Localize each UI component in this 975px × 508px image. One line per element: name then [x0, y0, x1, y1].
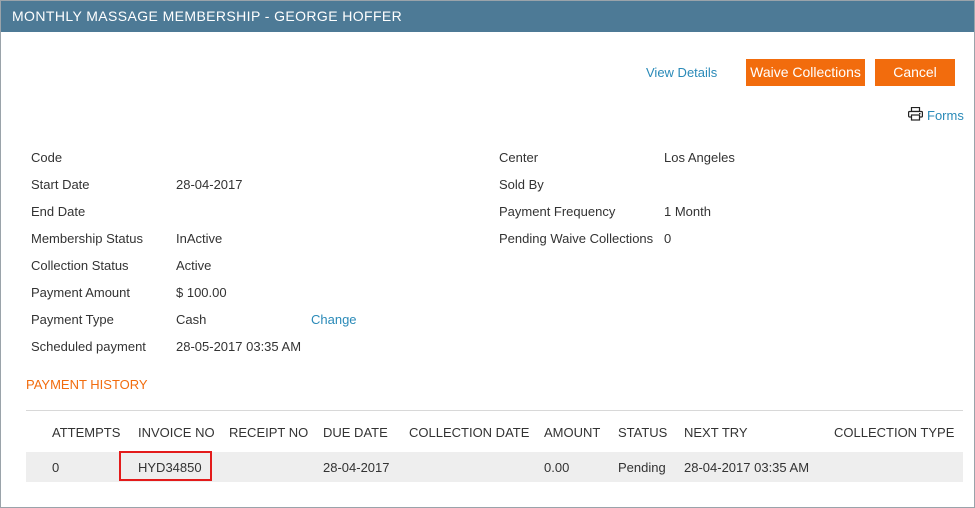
payment-type-value: Cash: [176, 312, 207, 327]
cancel-button[interactable]: Cancel: [875, 59, 955, 86]
waive-collections-button[interactable]: Waive Collections: [746, 59, 865, 86]
column-attempts: ATTEMPTS: [52, 425, 121, 440]
payment-frequency-label: Payment Frequency: [499, 204, 616, 219]
start-date-label: Start Date: [31, 177, 90, 192]
printer-icon: [908, 106, 924, 121]
column-receipt-no: RECEIPT NO: [229, 425, 309, 440]
center-value: Los Angeles: [664, 150, 735, 165]
next-try-cell: 28-04-2017 03:35 AM: [684, 460, 810, 475]
forms-label: Forms: [927, 108, 964, 123]
column-amount: AMOUNT: [544, 425, 601, 440]
membership-status-value: InActive: [176, 231, 223, 246]
column-invoice-no: INVOICE NO: [138, 425, 215, 440]
collection-status-label: Collection Status: [31, 258, 129, 273]
status-cell: Pending: [618, 460, 666, 475]
column-status: STATUS: [618, 425, 668, 440]
center-label: Center: [499, 150, 539, 165]
payment-amount-label: Payment Amount: [31, 285, 130, 300]
column-collection-date: COLLECTION DATE: [409, 425, 530, 440]
collection-status-value: Active: [176, 258, 212, 273]
payment-type-label: Payment Type: [31, 312, 114, 327]
scheduled-payment-label: Scheduled payment: [31, 339, 146, 354]
pending-waive-collections-value: 0: [664, 231, 672, 246]
view-details-link[interactable]: View Details: [646, 65, 717, 80]
start-date-value: 28-04-2017: [176, 177, 243, 192]
column-next-try: NEXT TRY: [684, 425, 748, 440]
scheduled-payment-value: 28-05-2017 03:35 AM: [176, 339, 302, 354]
change-payment-type-link[interactable]: Change: [311, 312, 357, 327]
membership-status-label: Membership Status: [31, 231, 143, 246]
due-date-cell: 28-04-2017: [323, 460, 390, 475]
pending-waive-collections-label: Pending Waive Collections: [499, 231, 654, 246]
end-date-label: End Date: [31, 204, 86, 219]
column-collection-type: COLLECTION TYPE: [834, 425, 955, 440]
payment-amount-value: $ 100.00: [176, 285, 227, 300]
payment-history-title: PAYMENT HISTORY: [26, 377, 148, 392]
code-label: Code: [31, 150, 63, 165]
payment-history-header: ATTEMPTS INVOICE NO RECEIPT NO DUE DATE …: [26, 410, 963, 453]
payment-frequency-value: 1 Month: [664, 204, 711, 219]
dialog-title: MONTHLY MASSAGE MEMBERSHIP - GEORGE HOFF…: [1, 1, 974, 32]
attempts-cell[interactable]: 0: [52, 460, 59, 475]
column-due-date: DUE DATE: [323, 425, 388, 440]
amount-cell: 0.00: [544, 460, 570, 475]
sold-by-label: Sold By: [499, 177, 544, 192]
invoice-highlight-box: [119, 451, 212, 481]
